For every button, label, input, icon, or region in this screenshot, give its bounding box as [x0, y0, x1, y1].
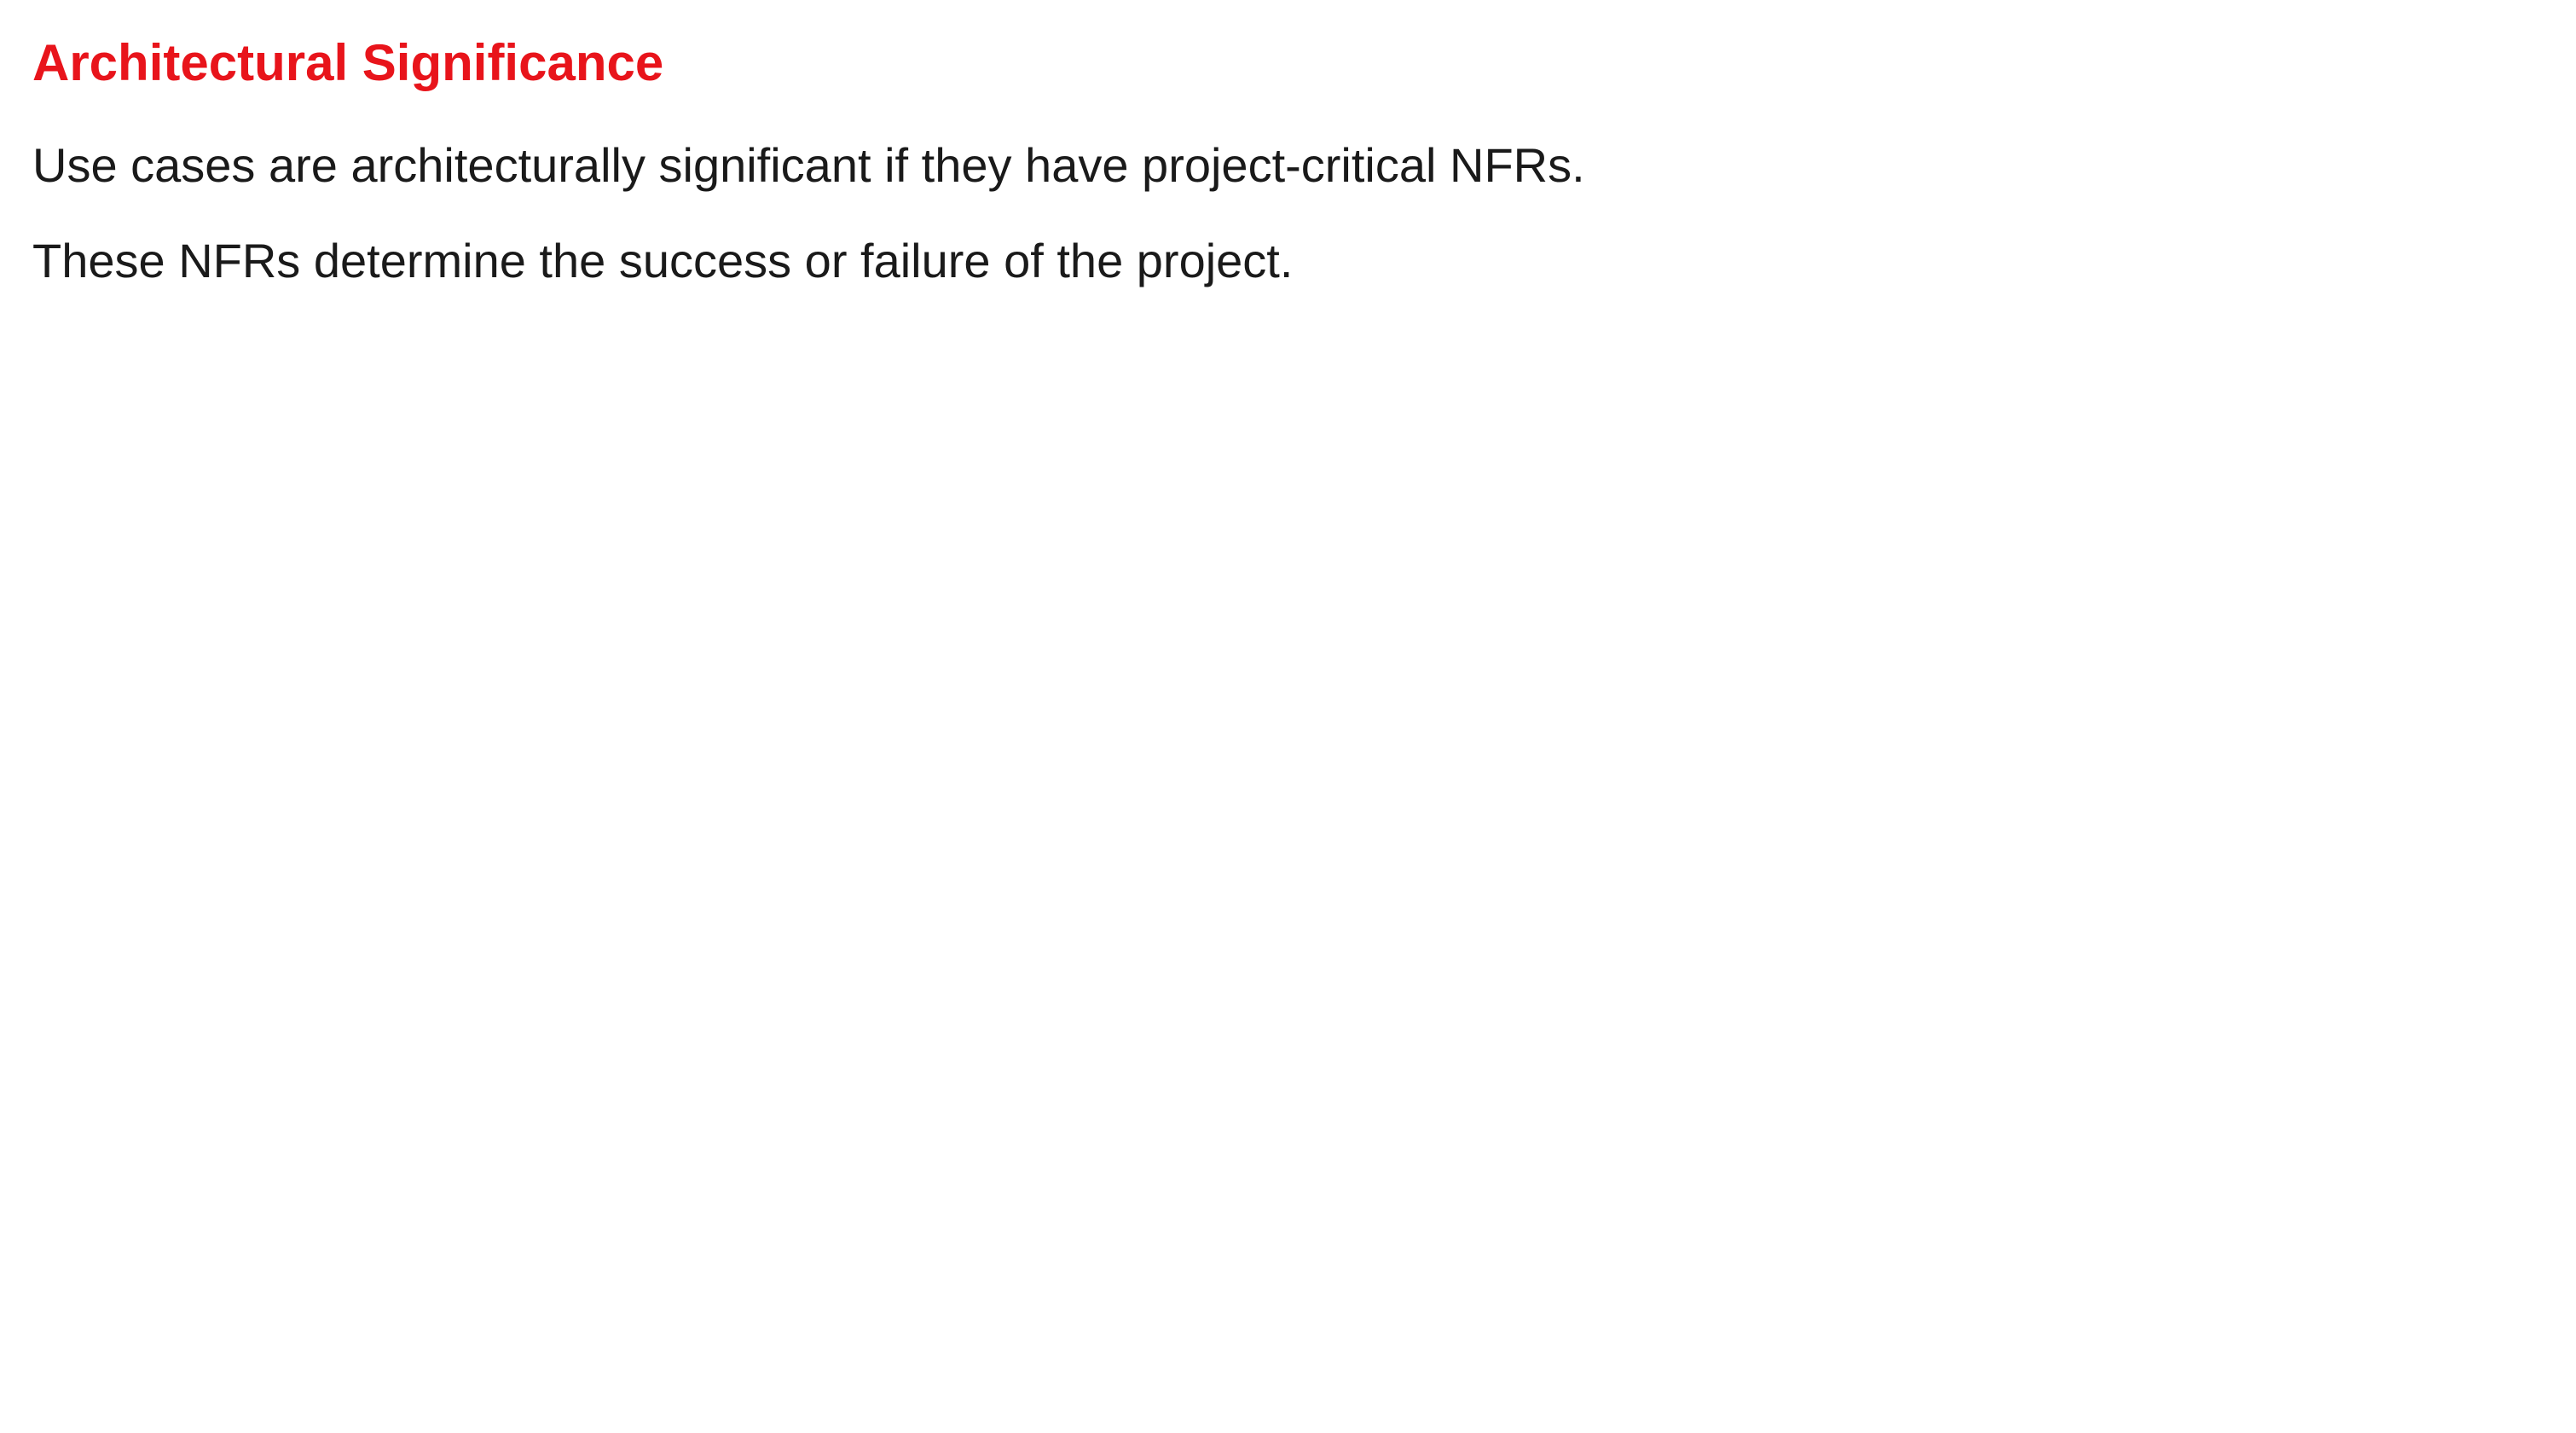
slide: Architectural Significance Use cases are…: [0, 0, 2576, 1433]
slide-title: Architectural Significance: [32, 34, 664, 91]
body-text-line: Use cases are architecturally significan…: [32, 138, 1585, 192]
body-text-line: These NFRs determine the success or fail…: [32, 234, 1294, 287]
